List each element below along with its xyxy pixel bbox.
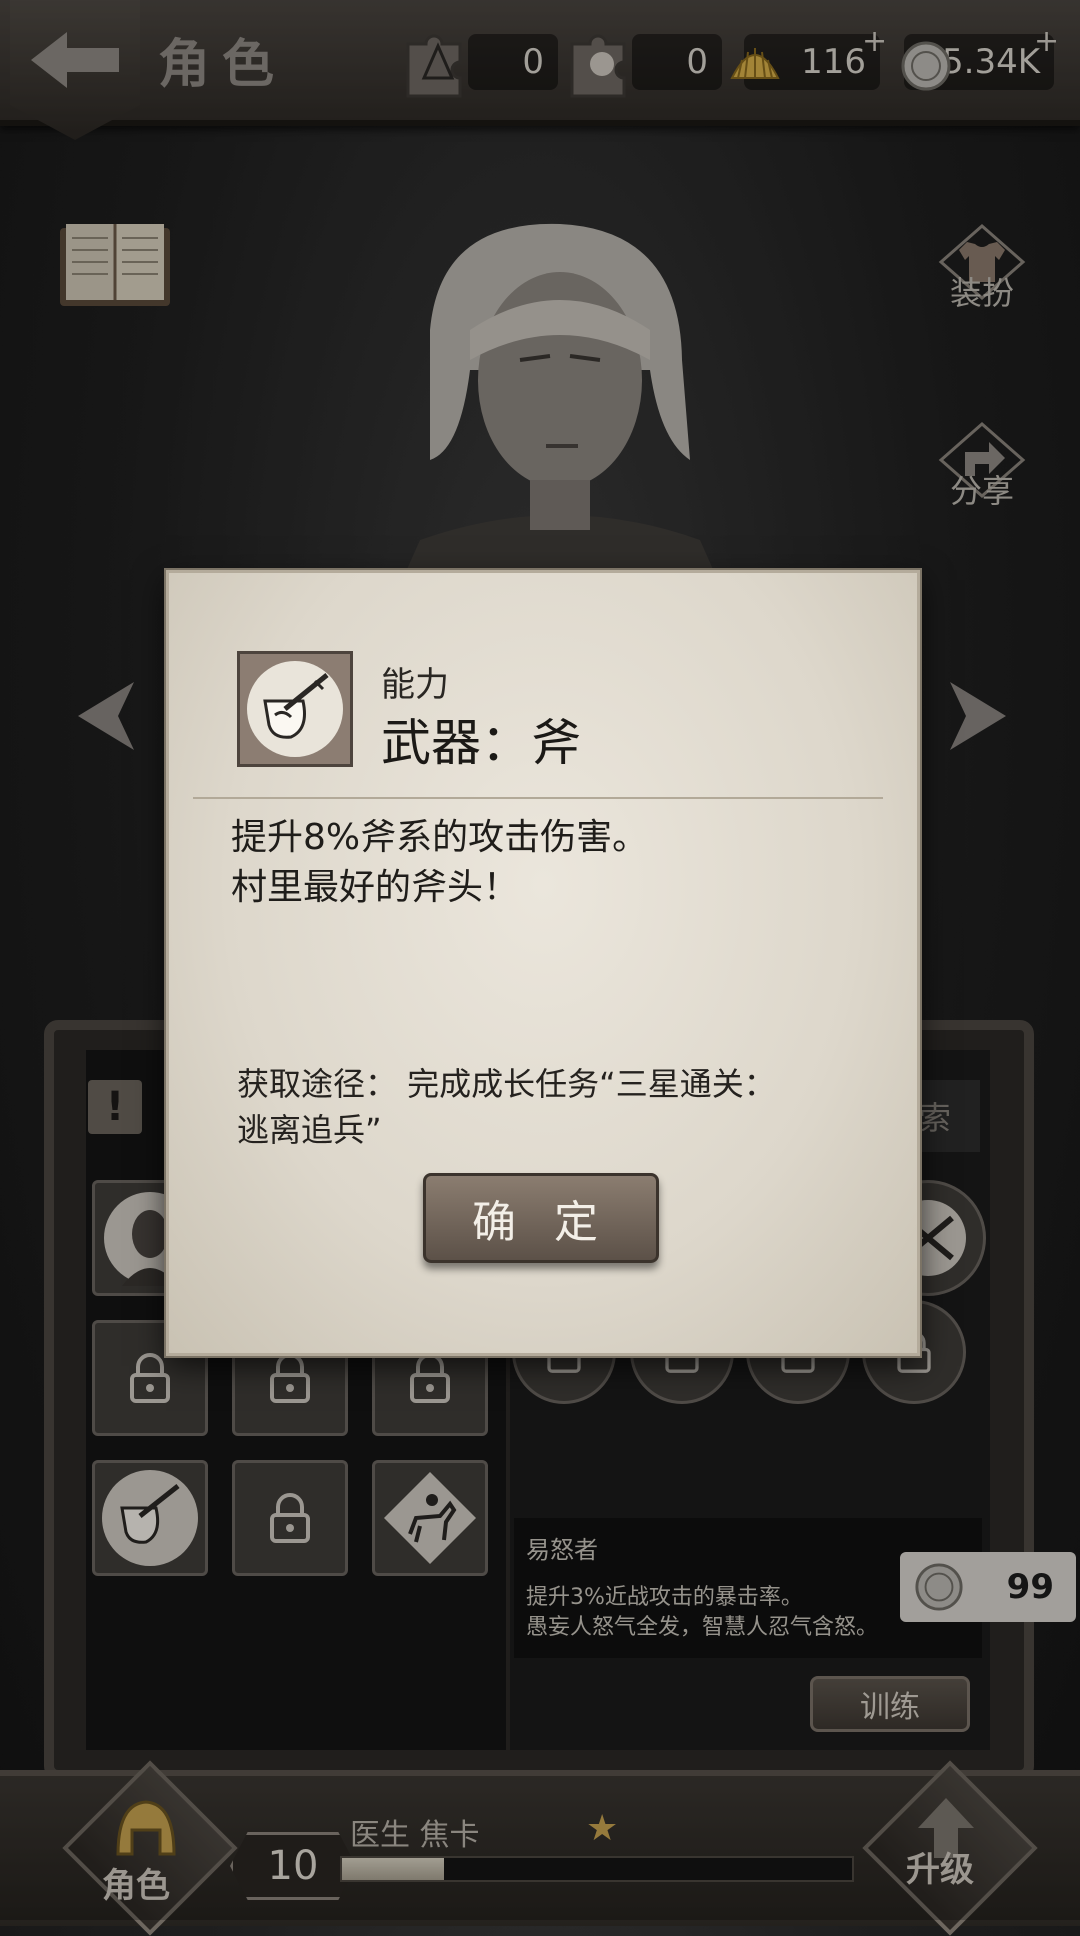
ability-description: 提升8%斧系的攻击伤害。 村里最好的斧头！ [231, 813, 871, 913]
ability-info-dialog: 能力 武器：斧 提升8%斧系的攻击伤害。 村里最好的斧头！ 获取途径： 完成成长… [166, 570, 920, 1356]
confirm-button[interactable]: 确 定 [423, 1173, 659, 1263]
ability-source-line: 获取途径： 完成成长任务“三星通关： [237, 1065, 776, 1103]
ability-name: 武器：斧 [381, 714, 581, 772]
dialog-divider [193, 797, 883, 799]
ability-source-line: 逃离追兵” [237, 1111, 382, 1149]
ability-description-line: 村里最好的斧头！ [231, 867, 520, 908]
ability-icon-frame [237, 651, 353, 767]
ability-category: 能力 [381, 665, 449, 705]
ability-source: 获取途径： 完成成长任务“三星通关： 逃离追兵” [237, 1061, 837, 1153]
axe-icon [247, 661, 343, 757]
ability-description-line: 提升8%斧系的攻击伤害。 [231, 817, 649, 858]
